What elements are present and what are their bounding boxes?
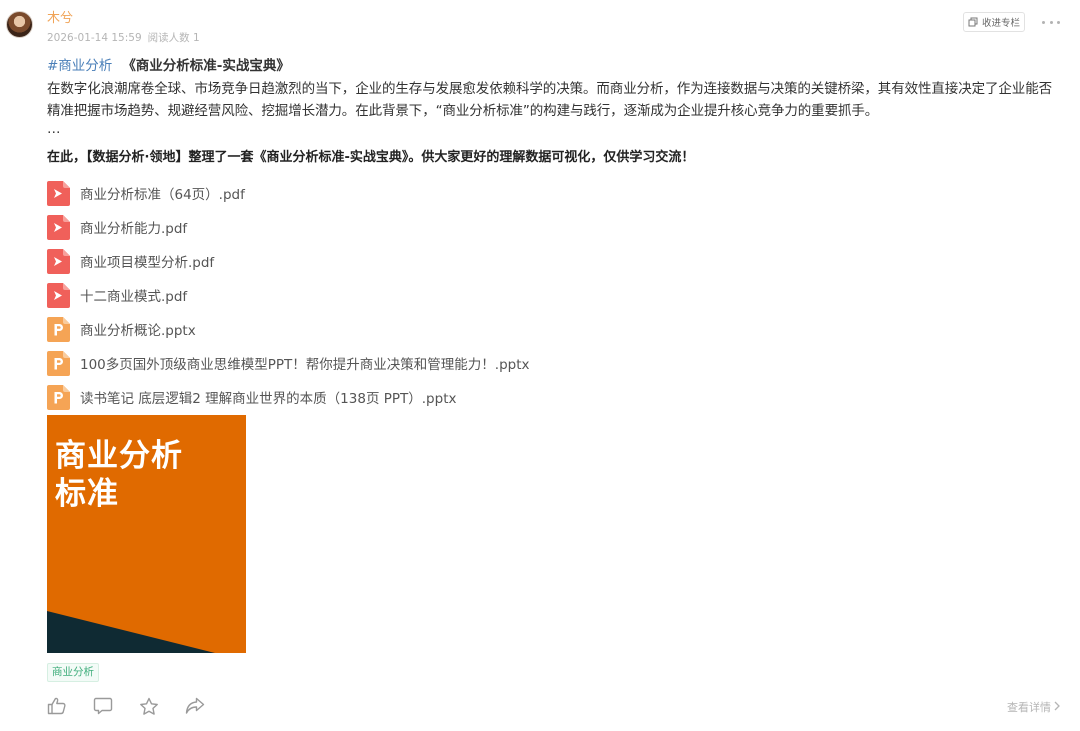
- attachment-name: 读书笔记 底层逻辑2 理解商业世界的本质（138页 PPT）.pptx: [80, 391, 457, 407]
- cover-title-line1: 商业分析: [55, 438, 183, 474]
- more-dots-icon[interactable]: [1042, 14, 1060, 30]
- comment-icon[interactable]: [93, 696, 113, 716]
- post-paragraph: 在数字化浪潮席卷全球、市场竞争日趋激烈的当下，企业的生存与发展愈发依赖科学的决策…: [47, 81, 1052, 119]
- pdf-file-icon: [47, 180, 70, 206]
- pptx-file-icon: [47, 350, 70, 376]
- star-icon[interactable]: [139, 696, 159, 716]
- pdf-file-icon: [47, 282, 70, 308]
- topic-tag[interactable]: 商业分析: [47, 663, 99, 682]
- pptx-file-icon: [47, 316, 70, 342]
- post-datetime: 2026-01-14 15:59: [47, 32, 142, 44]
- cover-title: 商业分析 标准: [55, 437, 235, 513]
- chevron-right-icon: [1054, 701, 1060, 714]
- attachment-name: 商业分析能力.pdf: [80, 221, 188, 237]
- author-name[interactable]: 木兮: [47, 11, 73, 27]
- attachment-item[interactable]: 十二商业模式.pdf: [47, 278, 530, 312]
- attachment-name: 十二商业模式.pdf: [80, 289, 188, 305]
- pdf-file-icon: [47, 214, 70, 240]
- attachment-item[interactable]: 商业分析概论.pptx: [47, 312, 530, 346]
- attachment-item[interactable]: 读书笔记 底层逻辑2 理解商业世界的本质（138页 PPT）.pptx: [47, 380, 530, 414]
- post-highlight: 在此，【数据分析·领地】整理了一套《商业分析标准-实战宝典》。供大家更好的理解数…: [47, 150, 695, 165]
- thumbs-up-icon[interactable]: [47, 696, 67, 716]
- share-icon[interactable]: [185, 696, 205, 716]
- pptx-file-icon: [47, 384, 70, 410]
- view-details-label: 查看详情: [1007, 701, 1051, 714]
- avatar[interactable]: [6, 11, 33, 38]
- cover-title-line2: 标准: [55, 476, 119, 512]
- cover-image[interactable]: 商业分析 标准: [47, 415, 246, 653]
- collect-label: 收进专栏: [981, 18, 1020, 29]
- attachment-list: 商业分析标准（64页）.pdf 商业分析能力.pdf 商业项目模型分析.pdf …: [47, 176, 530, 414]
- post-card: 木兮 2026-01-14 15:59 阅读人数 1 收进专栏 #商业分析 《商业分…: [0, 0, 1080, 731]
- pdf-file-icon: [47, 248, 70, 274]
- post-title: 《商业分析标准-实战宝典》: [122, 58, 290, 74]
- collect-to-column-button[interactable]: 收进专栏: [963, 12, 1025, 32]
- attachment-item[interactable]: 100多页国外顶级商业思维模型PPT！帮你提升商业决策和管理能力！.pptx: [47, 346, 530, 380]
- attachment-name: 商业分析概论.pptx: [80, 323, 196, 339]
- attachment-name: 商业项目模型分析.pdf: [80, 255, 215, 271]
- view-details-link[interactable]: 查看详情: [1007, 699, 1060, 715]
- read-count: 阅读人数 1: [147, 32, 200, 44]
- expand-ellipsis[interactable]: …: [47, 118, 61, 140]
- attachment-item[interactable]: 商业项目模型分析.pdf: [47, 244, 530, 278]
- post-meta: 2026-01-14 15:59 阅读人数 1: [47, 31, 200, 45]
- attachment-name: 商业分析标准（64页）.pdf: [80, 187, 245, 203]
- attachment-name: 100多页国外顶级商业思维模型PPT！帮你提升商业决策和管理能力！.pptx: [80, 357, 530, 373]
- bookmark-stack-icon: [968, 17, 979, 27]
- attachment-item[interactable]: 商业分析标准（64页）.pdf: [47, 176, 530, 210]
- attachment-item[interactable]: 商业分析能力.pdf: [47, 210, 530, 244]
- topic-line: #商业分析 《商业分析标准-实战宝典》: [47, 57, 290, 75]
- hashtag-link[interactable]: #商业分析: [47, 58, 112, 74]
- action-bar: [47, 696, 205, 716]
